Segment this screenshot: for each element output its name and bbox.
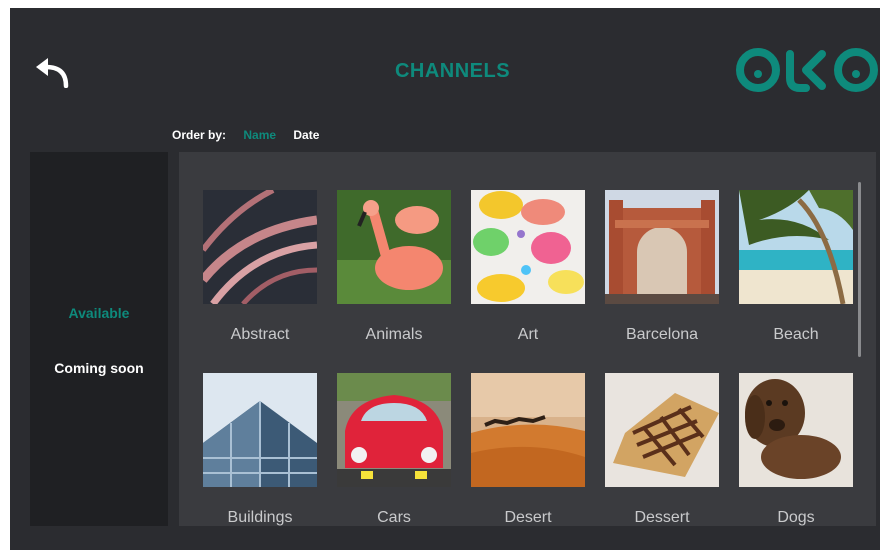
channel-label: Abstract [230, 326, 290, 343]
channel-tile-buildings[interactable]: Buildings [203, 373, 317, 526]
channel-label: Animals [365, 326, 423, 343]
channel-label: Art [517, 326, 539, 343]
dessert-thumbnail [605, 373, 719, 487]
channel-tile-dessert[interactable]: Dessert [605, 373, 719, 526]
channel-label: Barcelona [625, 326, 699, 343]
channel-tile-abstract[interactable]: Abstract [203, 190, 317, 344]
channel-label: Buildings [227, 509, 293, 526]
sidebar-item-available[interactable]: Available [30, 305, 168, 321]
animals-thumbnail [337, 190, 451, 304]
sidebar: Available Coming soon [30, 152, 168, 526]
channel-tile-art[interactable]: Art [471, 190, 585, 344]
app-window: CHANNELS Order by: Name Date Available C… [10, 8, 880, 550]
abstract-thumbnail [203, 190, 317, 304]
channel-label: Desert [504, 509, 552, 526]
dogs-thumbnail [739, 373, 853, 487]
cars-thumbnail [337, 373, 451, 487]
channel-label: Beach [773, 326, 819, 343]
art-thumbnail [471, 190, 585, 304]
barcelona-thumbnail [605, 190, 719, 304]
order-by-label: Order by: [172, 128, 227, 142]
oko-logo [736, 48, 878, 92]
channel-label: Cars [377, 509, 411, 526]
desert-thumbnail [471, 373, 585, 487]
channel-label: Dessert [634, 509, 690, 526]
buildings-thumbnail [203, 373, 317, 487]
channel-tile-beach[interactable]: Beach [739, 190, 853, 344]
channel-tile-desert[interactable]: Desert [471, 373, 585, 526]
order-by-bar: Order by: Name Date [172, 128, 333, 142]
channel-tile-cars[interactable]: Cars [337, 373, 451, 526]
channel-label: Dogs [777, 509, 815, 526]
order-option-date[interactable]: Date [293, 128, 319, 142]
order-option-name[interactable]: Name [243, 128, 276, 142]
channel-tile-dogs[interactable]: Dogs [739, 373, 853, 526]
channel-tile-barcelona[interactable]: Barcelona [605, 190, 719, 344]
scrollbar[interactable] [858, 182, 861, 357]
sidebar-item-coming-soon[interactable]: Coming soon [30, 360, 168, 376]
channel-tile-animals[interactable]: Animals [337, 190, 451, 344]
channel-grid: Abstract Animals Art Barcelona Beach Bui… [179, 152, 876, 526]
beach-thumbnail [739, 190, 853, 304]
